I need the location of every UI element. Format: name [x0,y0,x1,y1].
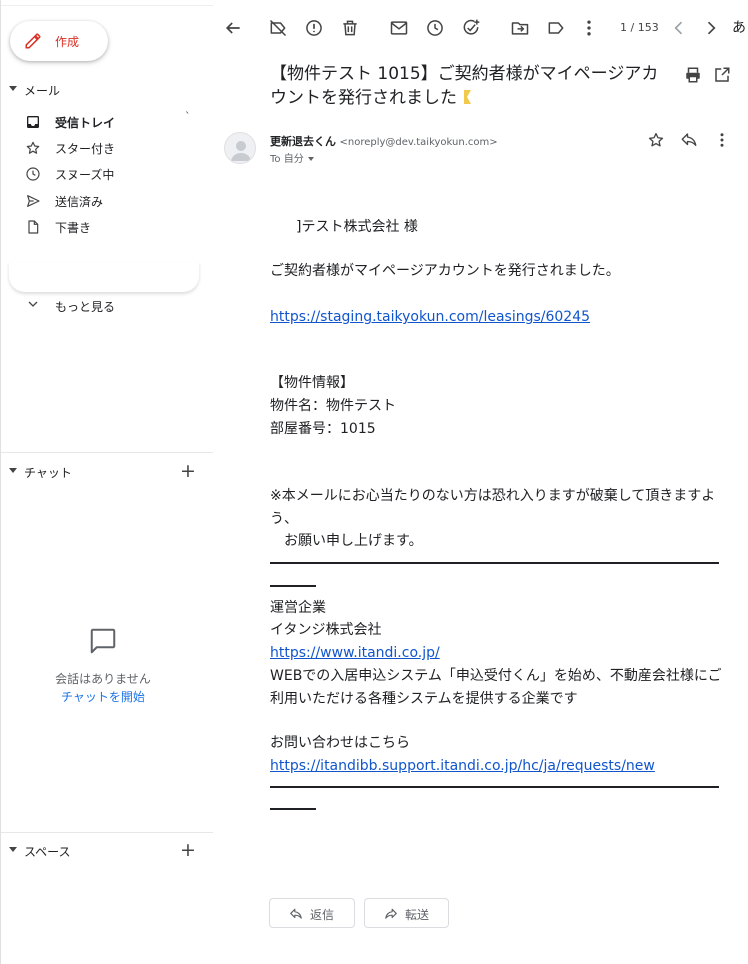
spaces-divider [1,832,213,833]
chat-empty-state: 会話はありません チャットを開始 [1,620,205,705]
sidebar-item-sent[interactable]: 送信済み [1,189,201,213]
compose-button[interactable]: 作成 [10,21,108,61]
pencil-icon [25,33,41,49]
spaces-section-label: スペース [24,845,71,859]
print-icon[interactable] [684,66,702,84]
add-task-icon[interactable] [461,18,481,38]
input-tools-button[interactable]: あ [732,17,746,37]
caret-down-icon [307,157,314,161]
mail-section-header[interactable]: メール [1,80,213,100]
sidebar-item-label: 受信トレイ [55,116,116,130]
clock-icon [26,167,40,181]
draft-icon [28,220,39,234]
sender-name[interactable]: 更新退去くん [270,135,336,148]
body-line1: ご契約者様がマイページアカウントを発行されました。 [270,263,620,279]
to-label: To 自分 [270,154,304,165]
sender-line: 更新退去くん <noreply@dev.taikyokun.com> [270,133,498,149]
star-icon [26,141,40,154]
forward-button[interactable]: 転送 [364,898,449,928]
email-subject: 【物件テスト 1015】ご契約者様がマイページアカウントを発行されました [270,62,670,110]
chevron-right-icon[interactable] [701,18,721,38]
more-label: もっと見る [55,300,116,314]
disclaimer-text: ※本メールにお心当たりのない方は恐れ入りますが破棄して頂きますよう、 [270,488,716,527]
star-icon[interactable] [647,131,665,149]
sidebar-item-inbox[interactable]: 受信トレイ ` [1,110,201,134]
message-toolbar: 1 / 153 あ [212,0,748,56]
compose-label: 作成 [55,35,80,49]
company-description: WEBでの入居申込システム「申込受付くん」を始め、不動産会社様にご利用いただける… [270,668,722,707]
move-to-icon[interactable] [510,18,530,38]
company-link[interactable]: https://www.itandi.co.jp/ [270,645,440,661]
leasing-link[interactable]: https://staging.taikyokun.com/leasings/6… [270,309,590,325]
forward-icon [385,908,397,919]
start-chat-link[interactable]: チャットを開始 [1,688,205,705]
chevron-left-icon[interactable] [669,18,689,38]
chevron-down-icon [28,301,38,307]
sidebar-item-starred[interactable]: スター付き [1,136,201,160]
send-icon [27,195,40,207]
left-sidebar: 作成 メール 受信トレイ ` スター付き スヌーズ中 送信済み 下書き もっと見… [0,0,213,964]
chat-section-header[interactable]: チャット + [1,461,213,482]
recipient-dropdown[interactable]: To 自分 [270,150,314,165]
caret-down-icon [9,847,17,852]
caret-down-icon [9,86,17,91]
reply-label: 返信 [310,908,335,922]
contact-link[interactable]: https://itandibb.support.itandi.co.jp/hc… [270,758,655,774]
label-off-icon[interactable] [268,18,288,38]
trash-icon[interactable] [340,18,360,38]
sidebar-item-drafts[interactable]: 下書き [1,215,201,239]
reply-button[interactable]: 返信 [269,898,355,928]
sidebar-item-label: スター付き [55,142,116,156]
more-button[interactable]: もっと見る [1,296,201,316]
separator-rule [270,808,316,810]
gmail-window: 作成 メール 受信トレイ ` スター付き スヌーズ中 送信済み 下書き もっと見… [0,0,748,964]
sidebar-item-label: スヌーズ中 [55,168,115,182]
property-name: 物件名：物件テスト [270,398,396,414]
person-icon [231,141,251,161]
spaces-section-header[interactable]: スペース + [1,840,213,861]
nav-panel-edge [9,262,199,292]
message-count: 1 / 153 [620,21,659,34]
inbox-marker: ` [185,110,191,123]
more-vert-icon[interactable] [579,18,599,38]
reply-icon [290,908,302,919]
chat-divider [1,452,213,453]
inbox-icon [27,116,39,128]
label-icon[interactable] [546,18,566,38]
chat-bubble-icon [90,628,116,654]
open-new-window-icon[interactable] [713,66,731,84]
more-vert-icon[interactable] [713,131,731,149]
sender-address: <noreply@dev.taikyokun.com> [339,137,498,148]
add-chat-icon[interactable]: + [180,461,196,481]
back-arrow-icon[interactable] [223,18,243,38]
reply-icon[interactable] [680,131,698,149]
add-space-icon[interactable]: + [180,840,196,860]
contact-label: お問い合わせはこちら [270,735,410,751]
snooze-icon[interactable] [425,18,445,38]
separator-rule [270,585,316,587]
info-header: 【物件情報】 [270,375,354,391]
mail-section-label: メール [24,84,61,98]
sidebar-item-snoozed[interactable]: スヌーズ中 [1,162,201,186]
separator-rule [270,562,719,564]
body-greeting: ]テスト株式会社 様 [296,219,418,235]
chat-empty-title: 会話はありません [55,672,151,686]
separator-rule [270,786,719,788]
chat-section-label: チャット [24,466,72,480]
company-label: 運営企業 [270,600,326,616]
important-label-icon[interactable] [461,90,471,104]
disclaimer-text-2: お願い申し上げます。 [270,533,423,549]
report-spam-icon[interactable] [304,18,324,38]
caret-down-icon [9,468,17,473]
sidebar-top-divider [1,0,213,6]
company-name: イタンジ株式会社 [270,622,382,638]
mark-unread-icon[interactable] [389,18,409,38]
forward-label: 転送 [405,908,430,922]
avatar[interactable] [224,132,256,164]
sidebar-item-label: 送信済み [55,195,104,209]
room-number: 部屋番号：1015 [270,421,376,437]
sidebar-item-label: 下書き [55,221,92,235]
